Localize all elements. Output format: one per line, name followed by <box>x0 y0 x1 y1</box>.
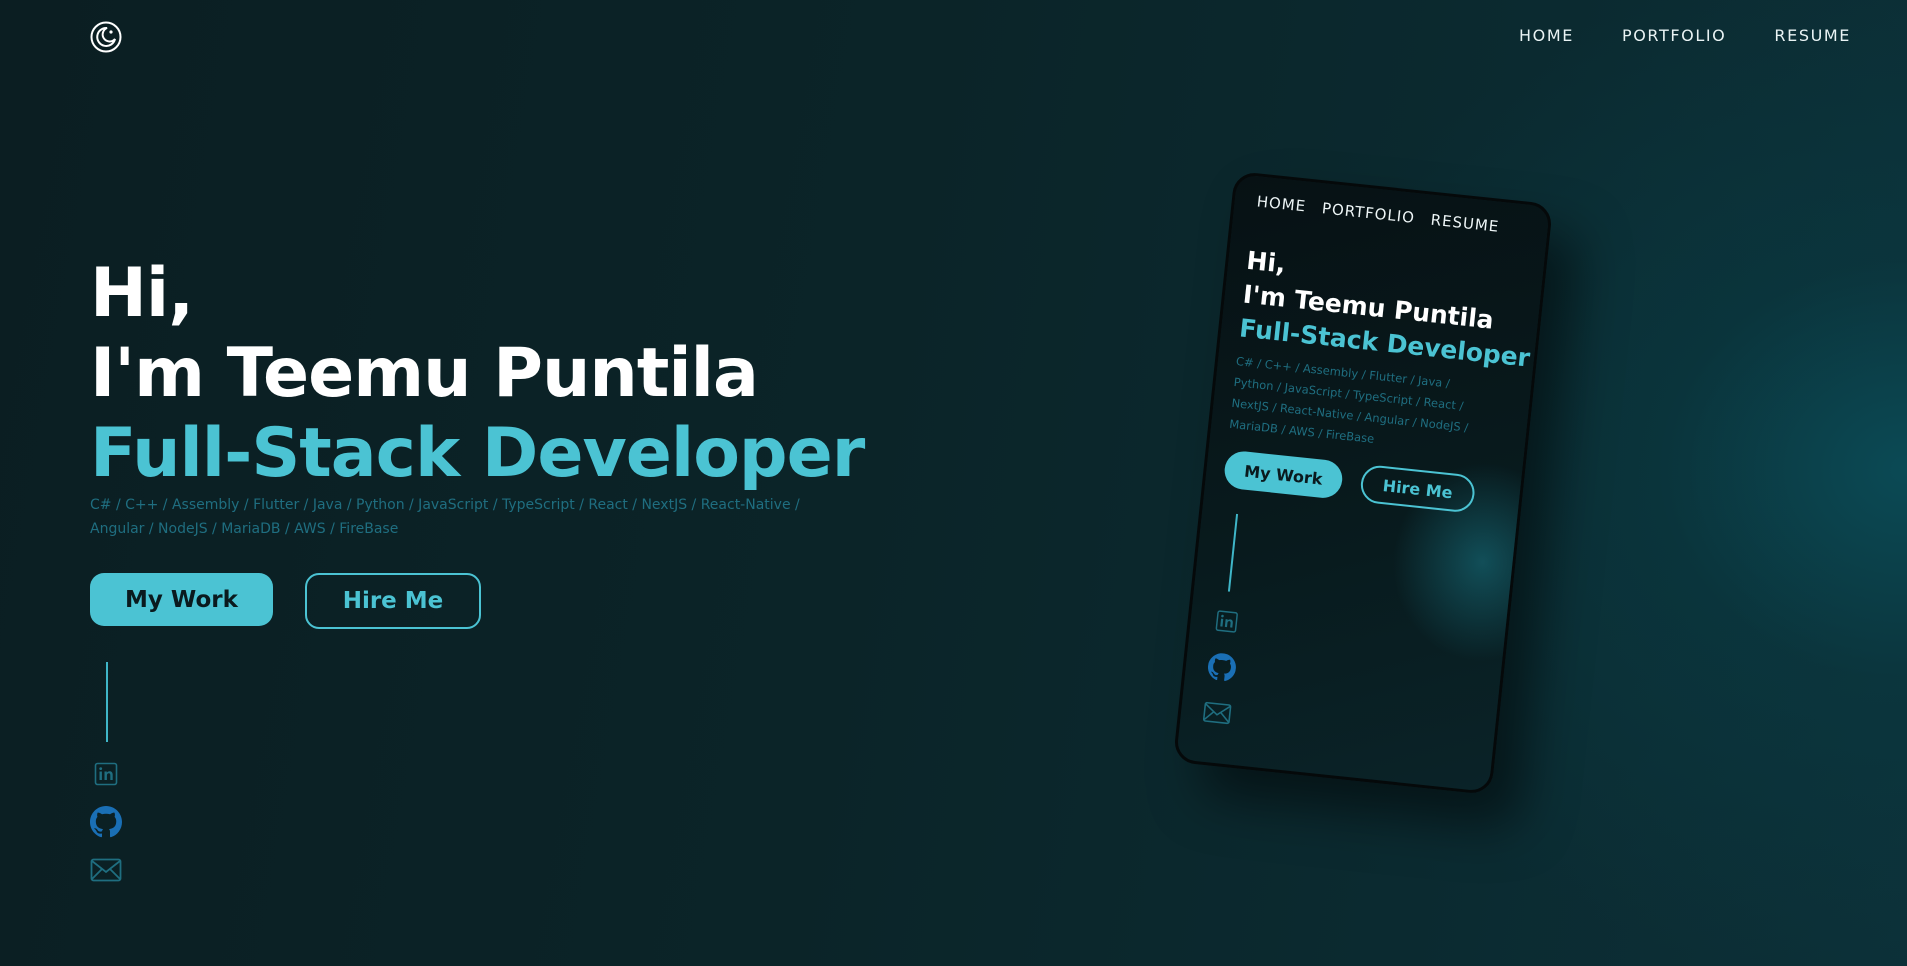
hire-me-button[interactable]: Hire Me <box>305 573 481 629</box>
theme-toggle-icon[interactable] <box>90 21 122 53</box>
github-icon[interactable] <box>90 806 122 838</box>
hero-name: I'm Teemu Puntila <box>90 334 759 413</box>
social-divider-line <box>106 662 108 742</box>
phone-mail-icon <box>1202 698 1233 729</box>
phone-nav-home: HOME <box>1255 192 1308 216</box>
hero-heading: Hi, I'm Teemu Puntila Full-Stack Develop… <box>90 254 865 494</box>
my-work-button[interactable]: My Work <box>90 573 273 626</box>
linkedin-icon[interactable] <box>90 758 122 790</box>
nav-home[interactable]: HOME <box>1519 26 1574 45</box>
phone-nav-portfolio: PORTFOLIO <box>1321 199 1416 227</box>
hero-role: Full-Stack Developer <box>90 414 865 493</box>
top-nav: HOME PORTFOLIO RESUME <box>1519 26 1851 45</box>
skills-list: C# / C++ / Assembly / Flutter / Java / P… <box>90 493 810 541</box>
skills-line-2: Angular / NodeJS / MariaDB / AWS / FireB… <box>90 521 399 537</box>
phone-my-work-button: My Work <box>1222 449 1345 500</box>
nav-portfolio[interactable]: PORTFOLIO <box>1622 26 1726 45</box>
phone-nav: HOME PORTFOLIO RESUME <box>1256 192 1500 235</box>
phone-linkedin-icon <box>1211 606 1242 637</box>
phone-github-icon <box>1207 652 1238 683</box>
nav-resume[interactable]: RESUME <box>1774 26 1851 45</box>
skills-line-1: C# / C++ / Assembly / Flutter / Java / P… <box>90 497 800 513</box>
phone-divider-line <box>1227 513 1239 592</box>
hero-greeting: Hi, <box>90 254 194 333</box>
mail-icon[interactable] <box>90 854 122 886</box>
phone-mockup: HOME PORTFOLIO RESUME Hi, I'm Teemu Punt… <box>1172 170 1554 796</box>
phone-nav-resume: RESUME <box>1429 210 1501 236</box>
